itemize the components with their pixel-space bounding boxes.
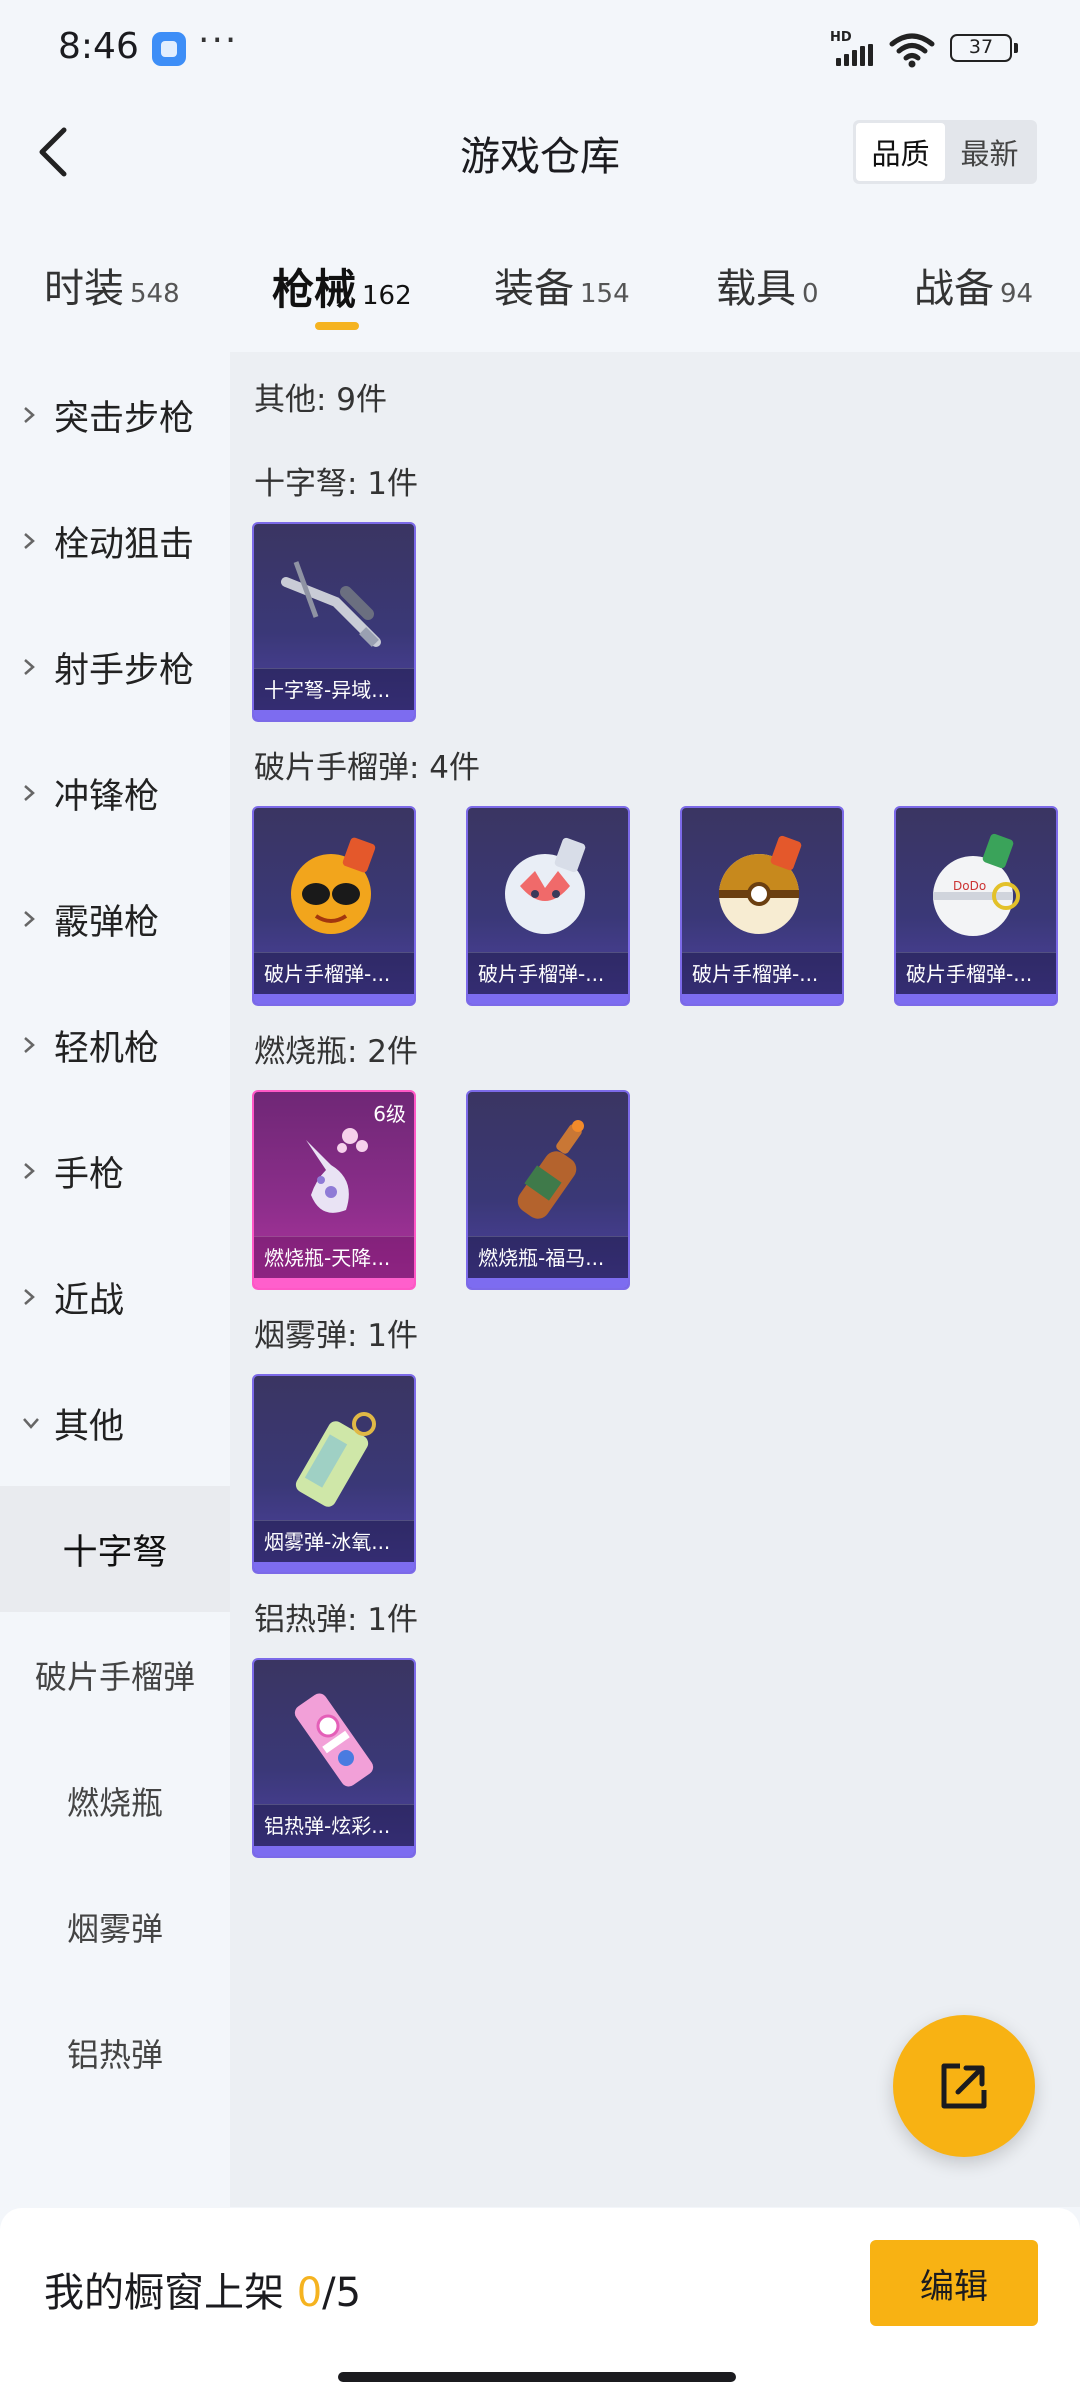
rarity-bar bbox=[896, 994, 1056, 1004]
item-name: 十字弩-异域... bbox=[254, 668, 414, 710]
item-name: 破片手榴弹-... bbox=[682, 952, 842, 994]
item-name: 烟雾弹-冰氧... bbox=[254, 1520, 414, 1562]
status-time: 8:46 bbox=[58, 26, 139, 67]
molotov-floral-icon bbox=[306, 1128, 368, 1213]
section-title-frag-grenade: 破片手榴弹: 4件 bbox=[254, 750, 481, 786]
chevron-right-icon bbox=[22, 1162, 40, 1180]
section-title-molotov: 燃烧瓶: 2件 bbox=[254, 1034, 419, 1070]
sort-toggle: 品质 最新 bbox=[853, 120, 1037, 184]
showcase-label: 我的橱窗上架 bbox=[44, 2270, 297, 2316]
share-external-icon bbox=[941, 2063, 987, 2109]
item-card[interactable]: 6级 燃烧瓶-天降... bbox=[252, 1090, 416, 1290]
hd-network-label: HD bbox=[830, 30, 852, 45]
sidebar-item-other[interactable]: 其他 bbox=[0, 1360, 230, 1486]
grenade-white-icon: DoDo bbox=[933, 833, 1020, 936]
sidebar-sub-molotov[interactable]: 燃烧瓶 bbox=[0, 1738, 230, 1864]
tab-tactical[interactable]: 战备 94 bbox=[914, 256, 1033, 314]
rarity-bar bbox=[254, 1278, 414, 1288]
chevron-right-icon bbox=[22, 1288, 40, 1306]
item-card[interactable]: 燃烧瓶-福马... bbox=[466, 1090, 630, 1290]
item-name: 破片手榴弹-... bbox=[254, 952, 414, 994]
chevron-right-icon bbox=[22, 532, 40, 550]
thermite-candy-icon bbox=[294, 1693, 374, 1787]
rarity-bar bbox=[254, 994, 414, 1004]
chevron-right-icon bbox=[22, 658, 40, 676]
sidebar-sub-thermite[interactable]: 铝热弹 bbox=[0, 1990, 230, 2116]
tab-firearms[interactable]: 枪械 162 bbox=[272, 256, 412, 317]
rarity-bar bbox=[468, 1278, 628, 1288]
sidebar-item-smg[interactable]: 冲锋枪 bbox=[0, 730, 230, 856]
item-card[interactable]: 铝热弹-炫彩... bbox=[252, 1658, 416, 1858]
rarity-bar bbox=[254, 1562, 414, 1572]
showcase-max: /5 bbox=[322, 2270, 362, 2316]
wifi-icon bbox=[889, 33, 935, 68]
showcase-current: 0 bbox=[296, 2270, 323, 2316]
chevron-right-icon bbox=[22, 910, 40, 928]
item-card[interactable]: DoDo 破片手榴弹-... bbox=[894, 806, 1058, 1006]
back-arrow-icon[interactable] bbox=[22, 122, 82, 182]
sidebar-sub-frag-grenade[interactable]: 破片手榴弹 bbox=[0, 1612, 230, 1738]
item-list: 其他: 9件 十字弩: 1件 十字弩-异域... 破片手榴弹: 4件 破片手榴弹… bbox=[230, 352, 1080, 2207]
item-card[interactable]: 破片手榴弹-... bbox=[252, 806, 416, 1006]
chevron-down-icon bbox=[22, 1414, 40, 1432]
header: 游戏仓库 品质 最新 bbox=[0, 100, 1080, 210]
home-indicator[interactable] bbox=[338, 2372, 736, 2382]
showcase-bar: 我的橱窗上架 0/5 编辑 bbox=[0, 2208, 1080, 2400]
section-title-crossbow: 十字弩: 1件 bbox=[254, 466, 419, 502]
sort-by-quality[interactable]: 品质 bbox=[856, 123, 945, 181]
item-name: 燃烧瓶-天降... bbox=[254, 1236, 414, 1278]
tab-vehicles[interactable]: 载具 0 bbox=[716, 256, 819, 314]
chevron-right-icon bbox=[22, 1036, 40, 1054]
sidebar-sub-smoke-grenade[interactable]: 烟雾弹 bbox=[0, 1864, 230, 1990]
more-notifications-icon: ··· bbox=[198, 20, 239, 61]
sidebar-item-bolt-sniper[interactable]: 栓动狙击 bbox=[0, 478, 230, 604]
sidebar-item-shotgun[interactable]: 霰弹枪 bbox=[0, 856, 230, 982]
edit-button[interactable]: 编辑 bbox=[870, 2240, 1038, 2326]
crossbow-icon bbox=[281, 561, 381, 647]
category-tabs: 时装 548 枪械 162 装备 154 载具 0 战备 94 bbox=[0, 240, 1080, 340]
sidebar: 突击步枪 栓动狙击 射手步枪 冲锋枪 霰弹枪 轻机枪 手枪 近战 其他 十字弩 … bbox=[0, 352, 230, 2207]
sidebar-item-melee[interactable]: 近战 bbox=[0, 1234, 230, 1360]
sidebar-sub-crossbow[interactable]: 十字弩 bbox=[0, 1486, 230, 1612]
item-card[interactable]: 十字弩-异域... bbox=[252, 522, 416, 722]
smoke-canister-icon bbox=[295, 1412, 376, 1507]
item-name: 破片手榴弹-... bbox=[896, 952, 1056, 994]
app-notification-icon bbox=[152, 32, 186, 66]
item-name: 燃烧瓶-福马... bbox=[468, 1236, 628, 1278]
sidebar-item-assault-rifle[interactable]: 突击步枪 bbox=[0, 352, 230, 478]
grenade-sunglasses-icon bbox=[291, 837, 376, 934]
battery-icon: 37 bbox=[950, 34, 1018, 62]
sidebar-item-pistol[interactable]: 手枪 bbox=[0, 1108, 230, 1234]
section-title-smoke-grenade: 烟雾弹: 1件 bbox=[254, 1318, 419, 1354]
item-name: 铝热弹-炫彩... bbox=[254, 1804, 414, 1846]
molotov-bottle-icon bbox=[517, 1120, 584, 1219]
signal-icon bbox=[836, 44, 873, 66]
item-card[interactable]: 烟雾弹-冰氧... bbox=[252, 1374, 416, 1574]
rarity-bar bbox=[254, 1846, 414, 1856]
section-title-thermite: 铝热弹: 1件 bbox=[254, 1602, 419, 1638]
grenade-fox-icon bbox=[505, 837, 586, 934]
sidebar-item-lmg[interactable]: 轻机枪 bbox=[0, 982, 230, 1108]
status-bar: 8:46 ··· HD 37 bbox=[0, 0, 1080, 100]
rarity-bar bbox=[254, 710, 414, 720]
item-card[interactable]: 破片手榴弹-... bbox=[680, 806, 844, 1006]
rarity-bar bbox=[682, 994, 842, 1004]
sidebar-item-marksman-rifle[interactable]: 射手步枪 bbox=[0, 604, 230, 730]
category-summary: 其他: 9件 bbox=[254, 382, 388, 418]
sort-by-newest[interactable]: 最新 bbox=[945, 123, 1034, 181]
svg-text:DoDo: DoDo bbox=[953, 879, 986, 893]
tab-equipment[interactable]: 装备 154 bbox=[494, 256, 630, 314]
grenade-pokeball-icon bbox=[719, 835, 802, 934]
chevron-right-icon bbox=[22, 406, 40, 424]
active-tab-indicator bbox=[315, 322, 359, 330]
showcase-status: 我的橱窗上架 0/5 bbox=[44, 2260, 361, 2318]
tab-fashion[interactable]: 时装 548 bbox=[44, 256, 180, 314]
item-name: 破片手榴弹-... bbox=[468, 952, 628, 994]
rarity-bar bbox=[468, 994, 628, 1004]
item-card[interactable]: 破片手榴弹-... bbox=[466, 806, 630, 1006]
chevron-right-icon bbox=[22, 784, 40, 802]
share-button[interactable] bbox=[893, 2015, 1035, 2157]
